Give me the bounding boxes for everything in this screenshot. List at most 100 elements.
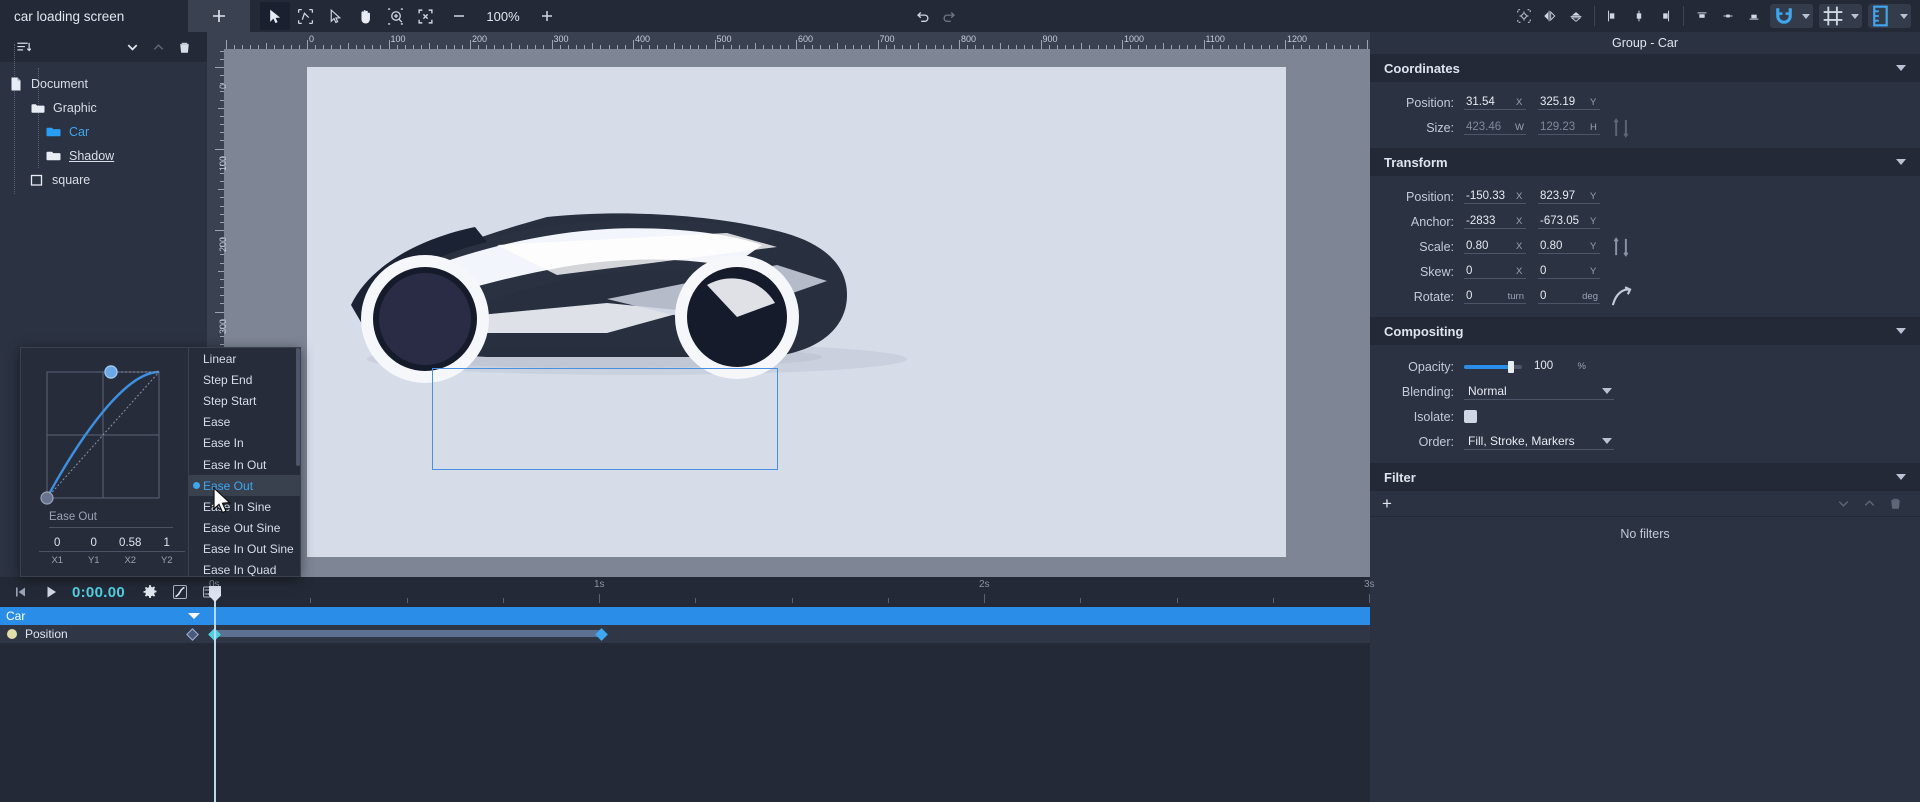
transform-anchor-x-field[interactable]: -2833 X xyxy=(1464,215,1526,229)
zoom-tool[interactable] xyxy=(380,2,410,30)
ruler-icon[interactable] xyxy=(1868,4,1896,28)
coordinates-section-header[interactable]: Coordinates xyxy=(1370,54,1920,82)
easing-option-ease[interactable]: Ease xyxy=(189,412,300,433)
align-center-h-icon[interactable] xyxy=(1626,3,1652,29)
grid-dropdown[interactable] xyxy=(1847,4,1862,28)
chevron-down-icon[interactable] xyxy=(1896,159,1906,165)
timeline-track-car[interactable]: Car xyxy=(0,607,1370,625)
transform-position-x-field[interactable]: -150.33 X xyxy=(1464,190,1526,204)
tree-item-graphic[interactable]: Graphic xyxy=(0,96,207,120)
filter-section-header[interactable]: Filter xyxy=(1370,463,1920,491)
snap-dropdown[interactable] xyxy=(1798,4,1813,28)
snap-toggle[interactable] xyxy=(1770,4,1813,28)
node-edit-tool[interactable] xyxy=(290,2,320,30)
easing-preset-list[interactable]: Linear Step End Step Start Ease Ease In Ease … xyxy=(188,348,300,576)
bezier-x2-field[interactable]: 0.58 X2 xyxy=(112,537,149,566)
flip-vertical-icon[interactable] xyxy=(1563,3,1589,29)
bezier-y1-field[interactable]: 0 Y1 xyxy=(75,537,112,566)
easing-option-ease-in-out[interactable]: Ease In Out xyxy=(189,454,300,475)
transform-anchor-y-field[interactable]: -673.05 Y xyxy=(1538,215,1600,229)
easing-curve-canvas[interactable] xyxy=(31,358,179,506)
chevron-down-icon[interactable] xyxy=(1896,328,1906,334)
ruler-dropdown[interactable] xyxy=(1896,4,1911,28)
align-top-icon[interactable] xyxy=(1689,3,1715,29)
easing-option-ease-in-quad[interactable]: Ease In Quad xyxy=(189,560,300,576)
flip-horizontal-icon[interactable] xyxy=(1537,3,1563,29)
easing-editor-popup[interactable]: Ease Out 0 X1 0 Y1 0.58 X2 1 Y2 Linear S… xyxy=(20,347,301,577)
chevron-down-icon[interactable] xyxy=(188,613,200,619)
select-tool[interactable] xyxy=(260,2,290,30)
playhead-line[interactable] xyxy=(214,589,216,802)
align-bottom-icon[interactable] xyxy=(1741,3,1767,29)
chevron-down-icon[interactable] xyxy=(1602,437,1612,444)
tree-item-document[interactable]: Document xyxy=(0,72,207,96)
collapse-all-icon[interactable] xyxy=(145,34,171,60)
artboard[interactable] xyxy=(307,67,1286,557)
grid-icon[interactable] xyxy=(1819,4,1847,28)
fit-view-tool[interactable] xyxy=(410,2,440,30)
easing-curve-editor[interactable]: Ease Out 0 X1 0 Y1 0.58 X2 1 Y2 xyxy=(21,348,188,576)
opacity-value-field[interactable]: 100 % xyxy=(1532,360,1588,373)
link-ratio-icon[interactable] xyxy=(1608,115,1634,141)
opacity-slider[interactable] xyxy=(1464,360,1522,373)
align-right-icon[interactable] xyxy=(1652,3,1678,29)
selection-bounding-box[interactable] xyxy=(432,368,778,470)
coordinates-position-y-field[interactable]: 325.19 Y xyxy=(1538,96,1600,110)
chevron-down-icon[interactable] xyxy=(1602,387,1612,394)
easing-option-ease-in[interactable]: Ease In xyxy=(189,433,300,454)
undo-button[interactable] xyxy=(910,3,936,29)
transform-position-y-field[interactable]: 823.97 Y xyxy=(1538,190,1600,204)
coordinates-position-x-field[interactable]: 31.54 X xyxy=(1464,96,1526,110)
add-button[interactable] xyxy=(188,0,250,32)
transform-skew-x-field[interactable]: 0 X xyxy=(1464,265,1526,279)
rewind-button[interactable] xyxy=(6,578,36,606)
transform-scale-x-field[interactable]: 0.80 X xyxy=(1464,240,1526,254)
tree-item-car[interactable]: Car xyxy=(0,120,207,144)
easing-option-linear[interactable]: Linear xyxy=(189,348,300,369)
timeline-settings-button[interactable] xyxy=(135,578,165,606)
delete-layer-icon[interactable] xyxy=(171,34,197,60)
isolate-checkbox[interactable] xyxy=(1464,410,1477,423)
zoom-out-button[interactable] xyxy=(446,3,472,29)
bezier-curve-graph[interactable] xyxy=(31,358,179,506)
blending-select[interactable]: Normal xyxy=(1464,384,1614,400)
coordinates-size-h-field[interactable]: 129.23 H xyxy=(1538,121,1600,135)
timeline-ruler[interactable]: 0s 1s 2s 3s xyxy=(207,577,1375,607)
order-select[interactable]: Fill, Stroke, Markers xyxy=(1464,434,1614,450)
easing-option-ease-in-sine[interactable]: Ease In Sine xyxy=(189,496,300,517)
expand-all-icon[interactable] xyxy=(119,34,145,60)
easing-option-ease-out[interactable]: Ease Out xyxy=(189,475,300,497)
horizontal-ruler[interactable]: 0 100 200 300 400 500 600 700 800 900 1000 1100 1200 xyxy=(207,32,1370,49)
ruler-toggle[interactable] xyxy=(1868,4,1911,28)
tree-item-square[interactable]: square xyxy=(0,168,207,192)
filter-delete-icon[interactable] xyxy=(1882,491,1908,517)
easing-option-step-start[interactable]: Step Start xyxy=(189,390,300,411)
grid-toggle[interactable] xyxy=(1819,4,1862,28)
transform-skew-y-field[interactable]: 0 Y xyxy=(1538,265,1600,279)
bezier-y2-field[interactable]: 1 Y2 xyxy=(148,537,185,566)
transform-section-header[interactable]: Transform xyxy=(1370,148,1920,176)
transform-rotate-turn-field[interactable]: 0 turn xyxy=(1464,290,1526,304)
zoom-level[interactable]: 100% xyxy=(472,9,534,24)
transform-rotate-deg-field[interactable]: 0 deg xyxy=(1538,290,1600,304)
zoom-in-button[interactable] xyxy=(534,3,560,29)
bezier-x1-field[interactable]: 0 X1 xyxy=(39,537,76,566)
position-keyframe-span[interactable] xyxy=(215,630,603,637)
coordinates-size-w-field[interactable]: 423.46 W xyxy=(1464,121,1526,135)
easing-curve-button[interactable] xyxy=(165,578,195,606)
opacity-slider-handle[interactable] xyxy=(1508,360,1514,373)
easing-option-ease-out-sine[interactable]: Ease Out Sine xyxy=(189,518,300,539)
timecode-display[interactable]: 0:00.00 xyxy=(72,584,125,601)
filter-move-down-icon[interactable] xyxy=(1830,491,1856,517)
compositing-section-header[interactable]: Compositing xyxy=(1370,317,1920,345)
align-middle-icon[interactable] xyxy=(1715,3,1741,29)
magnet-icon[interactable] xyxy=(1770,4,1798,28)
easing-list-scrollbar[interactable] xyxy=(296,348,300,466)
play-button[interactable] xyxy=(36,578,66,606)
object-center-icon[interactable] xyxy=(1511,3,1537,29)
rotate-icon[interactable] xyxy=(1608,284,1634,310)
chevron-down-icon[interactable] xyxy=(1896,474,1906,480)
tree-item-shadow[interactable]: Shadow xyxy=(0,144,207,168)
filter-move-up-icon[interactable] xyxy=(1856,491,1882,517)
pan-tool[interactable] xyxy=(350,2,380,30)
